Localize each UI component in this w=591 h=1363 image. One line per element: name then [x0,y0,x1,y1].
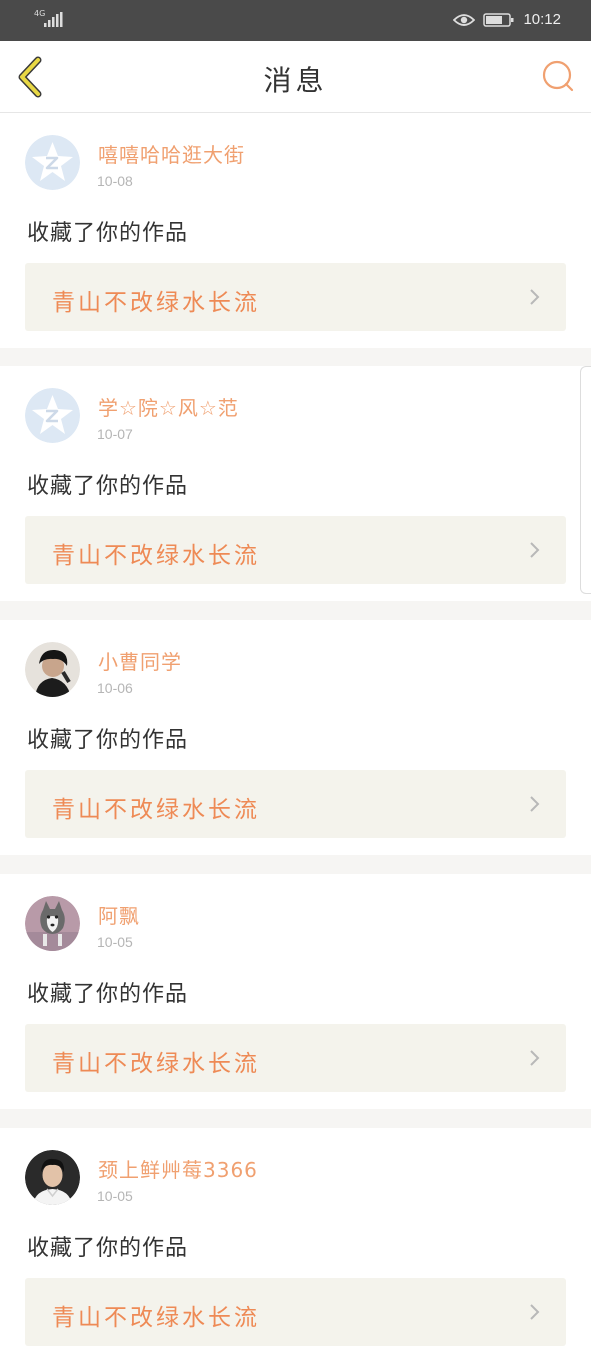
search-icon [542,60,574,92]
timestamp: 10-07 [97,426,133,442]
avatar[interactable] [25,1150,80,1205]
chevron-right-icon [530,1304,540,1320]
header: 消息 [0,41,591,113]
avatar[interactable] [25,642,80,697]
notification-item: 学☆院☆风☆范 10-07 收藏了你的作品 青山不改绿水长流 [0,366,591,601]
timestamp: 10-05 [97,934,133,950]
work-title: 青山不改绿水长流 [52,290,260,316]
notification-item: 小曹同学 10-06 收藏了你的作品 青山不改绿水长流 [0,620,591,855]
timestamp: 10-08 [97,173,133,189]
work-link[interactable]: 青山不改绿水长流 [25,516,566,584]
clock: 10:12 [523,11,561,28]
chevron-right-icon [530,542,540,558]
notification-item: 颈上鲜艸莓3366 10-05 收藏了你的作品 青山不改绿水长流 [0,1128,591,1363]
status-bar: 4G 10:12 [0,0,591,41]
battery-icon [483,12,514,27]
avatar[interactable] [25,388,80,443]
chevron-right-icon [530,796,540,812]
chevron-right-icon [530,289,540,305]
action-text: 收藏了你的作品 [27,982,189,1007]
notification-item: 嘻嘻哈哈逛大街 10-08 收藏了你的作品 青山不改绿水长流 [0,113,591,348]
eye-comfort-icon [453,13,476,26]
action-text: 收藏了你的作品 [27,1236,189,1261]
action-text: 收藏了你的作品 [27,474,189,499]
notification-item: 阿飘 10-05 收藏了你的作品 青山不改绿水长流 [0,874,591,1109]
avatar[interactable] [25,135,80,190]
work-link[interactable]: 青山不改绿水长流 [25,263,566,331]
work-title: 青山不改绿水长流 [52,1305,260,1331]
signal-icon [44,12,63,27]
timestamp: 10-06 [97,680,133,696]
default-avatar-icon [25,135,80,190]
work-link[interactable]: 青山不改绿水长流 [25,1024,566,1092]
search-button[interactable] [541,59,575,93]
work-title: 青山不改绿水长流 [52,797,260,823]
work-title: 青山不改绿水长流 [52,1051,260,1077]
username[interactable]: 学☆院☆风☆范 [98,392,239,421]
username[interactable]: 小曹同学 [98,646,182,675]
work-link[interactable]: 青山不改绿水长流 [25,1278,566,1346]
username[interactable]: 嘻嘻哈哈逛大街 [98,139,245,168]
username[interactable]: 颈上鲜艸莓3366 [98,1154,258,1183]
avatar[interactable] [25,896,80,951]
chevron-right-icon [530,1050,540,1066]
action-text: 收藏了你的作品 [27,221,189,246]
scrollbar[interactable] [580,366,591,594]
work-link[interactable]: 青山不改绿水长流 [25,770,566,838]
person-photo-icon [25,642,80,697]
dog-photo-icon [25,896,80,951]
action-text: 收藏了你的作品 [27,728,189,753]
username[interactable]: 阿飘 [98,900,140,929]
person-photo-icon [25,1150,80,1205]
work-title: 青山不改绿水长流 [52,543,260,569]
page-title: 消息 [263,64,328,97]
default-avatar-icon [25,388,80,443]
timestamp: 10-05 [97,1188,133,1204]
